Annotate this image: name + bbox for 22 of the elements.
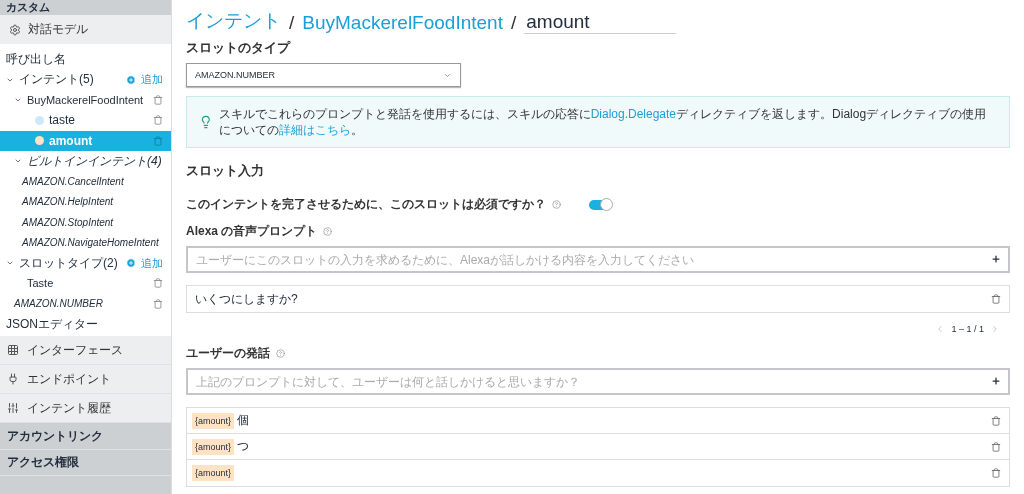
field-label: Alexa の音声プロンプト (186, 223, 318, 240)
nav-item[interactable]: インテント履歴 (0, 394, 171, 424)
utterance-input-field[interactable]: 上記のプロンプトに対して、ユーザーは何と話しかけると思いますか？ (186, 368, 1010, 395)
page-indicator: 1 – 1 / 1 (951, 324, 984, 334)
slot-type-select[interactable]: AMAZON.NUMBER (186, 63, 461, 87)
slot-tag: {amount} (192, 438, 235, 455)
breadcrumb-separator: / (289, 12, 295, 34)
slot-tag: {amount} (192, 465, 235, 481)
info-text: スキルでこれらのプロンプトと発話を使用するには、スキルの応答にDialog.Delegateディレクティブを返します。Dialogディレクティブの使用についての詳細はこちら。 (218, 106, 988, 138)
section-title: スロットのタイプ (186, 39, 292, 57)
dialog-model-section[interactable]: 対話モデル (0, 15, 171, 44)
utterance-text: つ (236, 438, 250, 455)
nav-item[interactable]: インターフェース (0, 336, 171, 366)
section-title: スロット入力 (186, 162, 265, 180)
breadcrumb-separator: / (510, 12, 517, 34)
prompt-input-field[interactable]: ユーザーにこのスロットの入力を求めるために、Alexaが話しかける内容を入力してください (186, 246, 1010, 273)
required-label: このインテントを完了させるために、このスロットは必須ですか？ (186, 196, 546, 213)
field-label: ユーザーの発話 (186, 345, 270, 362)
slot-tag: {amount} (192, 412, 235, 429)
prompt-text: いくつにしますか? (194, 290, 298, 308)
nav-item[interactable]: エンドポイント (0, 365, 171, 395)
utterance-text: 個 (236, 412, 250, 429)
